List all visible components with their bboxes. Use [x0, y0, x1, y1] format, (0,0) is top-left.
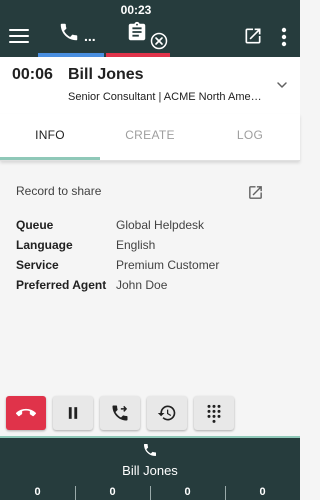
popout-icon[interactable]	[247, 184, 264, 201]
field-value-language: English	[116, 238, 156, 252]
tab-log-label: LOG	[236, 128, 264, 142]
phone-icon	[144, 444, 156, 456]
caller-subtitle: Senior Consultant | ACME North America	[68, 91, 264, 103]
stats-row: 0 0 0 0	[0, 484, 300, 500]
call-tab-dots: ...	[84, 28, 96, 44]
call-timer: 00:23	[120, 3, 152, 17]
bottom-caller-name: Bill Jones	[122, 463, 178, 478]
bottom-call-bar[interactable]: Bill Jones 0 0 0 0	[0, 438, 300, 500]
clipboard-icon	[128, 21, 146, 41]
top-bar: 00:23 ...	[0, 0, 300, 57]
pause-icon	[68, 407, 78, 419]
transfer-icon	[112, 405, 128, 421]
call-duration: 00:06	[12, 66, 53, 83]
stat-value: 0	[34, 486, 41, 498]
chevron-down-icon[interactable]	[274, 77, 290, 93]
field-label-preferred-agent: Preferred Agent	[16, 278, 107, 292]
call-header: 00:06 Bill Jones Senior Consultant | ACM…	[0, 57, 300, 114]
hangup-button[interactable]	[6, 396, 46, 430]
field-value-queue: Global Helpdesk	[116, 218, 205, 232]
transfer-button[interactable]	[100, 396, 140, 430]
stat-value: 0	[109, 486, 116, 498]
history-button[interactable]	[147, 396, 187, 430]
menu-icon[interactable]	[9, 28, 29, 44]
tab-log[interactable]: LOG	[200, 114, 300, 160]
field-value-preferred-agent: John Doe	[116, 278, 168, 292]
tab-create-label: CREATE	[125, 128, 175, 142]
tab-create[interactable]: CREATE	[100, 114, 200, 160]
caller-name: Bill Jones	[68, 66, 144, 83]
field-label-queue: Queue	[16, 218, 54, 232]
dialpad-button[interactable]	[194, 396, 234, 430]
record-to-share-label: Record to share	[16, 184, 102, 198]
field-label-service: Service	[16, 258, 59, 272]
hold-button[interactable]	[53, 396, 93, 430]
more-vert-icon[interactable]	[277, 26, 291, 48]
dialpad-icon	[207, 404, 221, 423]
phone-icon	[60, 23, 78, 41]
stat-value: 0	[184, 486, 191, 498]
hangup-icon	[16, 408, 36, 417]
history-icon	[157, 405, 176, 421]
close-circle-icon[interactable]	[150, 32, 168, 50]
tab-info-label: INFO	[35, 128, 65, 142]
call-tab[interactable]: ...	[38, 18, 104, 57]
popout-icon[interactable]	[243, 26, 263, 46]
stat-value: 0	[259, 486, 266, 498]
tab-info[interactable]: INFO	[0, 114, 100, 160]
task-tab[interactable]	[106, 18, 170, 57]
tab-bar: INFO CREATE LOG	[0, 114, 300, 161]
tab-info-indicator	[0, 157, 100, 160]
field-value-service: Premium Customer	[116, 258, 220, 272]
field-label-language: Language	[16, 238, 73, 252]
